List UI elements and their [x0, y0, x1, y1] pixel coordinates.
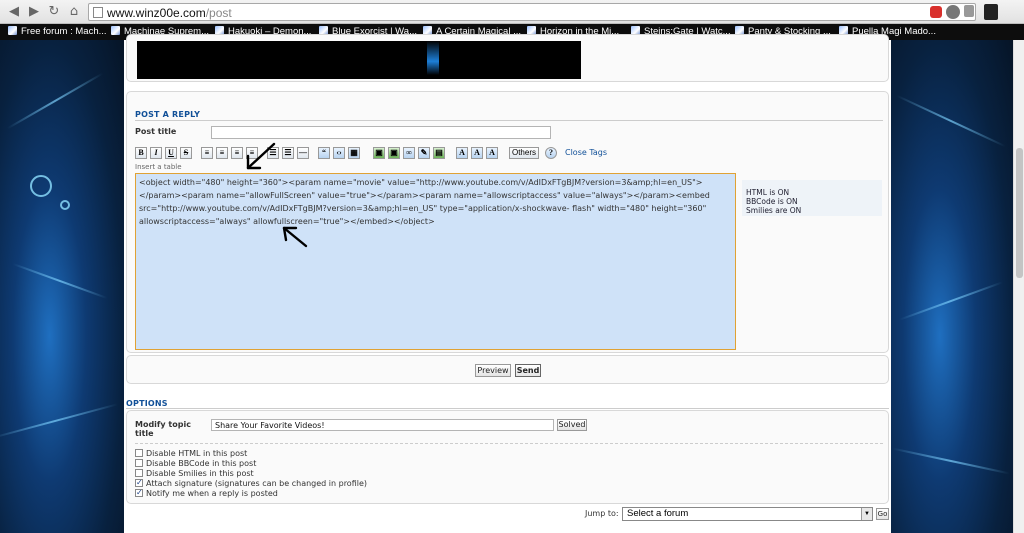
video-icon[interactable]: ▤ — [433, 147, 445, 159]
image-host-icon[interactable]: ▣ — [388, 147, 400, 159]
html-status: HTML is ON — [746, 188, 790, 197]
align-left-icon[interactable]: ≡ — [201, 147, 213, 159]
message-editor[interactable]: <object width="480" height="360"><param … — [135, 173, 736, 350]
toolbar-hint: Insert a table — [135, 163, 182, 171]
checkbox-checked[interactable] — [135, 478, 143, 488]
extension-icon-2[interactable] — [964, 5, 974, 17]
embedded-video[interactable] — [137, 41, 581, 79]
menu-icon[interactable] — [984, 4, 998, 20]
option-disable-smilies[interactable]: Disable Smilies in this post — [135, 469, 254, 479]
link-icon[interactable]: ∞ — [403, 147, 415, 159]
adblock-icon[interactable] — [930, 6, 942, 18]
back-icon[interactable]: ◀ — [6, 4, 22, 20]
font-face-icon[interactable]: A — [486, 147, 498, 159]
option-disable-bbcode[interactable]: Disable BBCode in this post — [135, 459, 256, 469]
strike-button[interactable]: S — [180, 147, 192, 159]
post-reply-panel: POST A REPLY Post title B I U S ≡ ≡ ≡ ≡ … — [126, 91, 889, 353]
background-art-left — [0, 40, 124, 533]
bookmark-favicon-icon — [8, 26, 17, 35]
go-button[interactable]: Go — [876, 508, 889, 520]
checkbox[interactable] — [135, 469, 143, 477]
italic-button[interactable]: I — [150, 147, 162, 159]
modify-topic-label: Modify topic title — [135, 420, 191, 438]
close-tags-link[interactable]: Close Tags — [565, 148, 607, 157]
bookmark-0[interactable]: Free forum : Mach... — [8, 26, 108, 38]
video-preview-panel — [126, 34, 889, 82]
options-panel: Modify topic title Share Your Favorite V… — [126, 410, 889, 504]
chevron-down-icon: ▼ — [861, 508, 872, 520]
solved-button[interactable]: Solved — [557, 419, 587, 431]
font-size-icon[interactable]: A — [471, 147, 483, 159]
browser-toolbar: ◀ ▶ ↻ ⌂ www.winz00e.com/post — [0, 0, 1024, 24]
annotation-arrow-down — [246, 142, 276, 170]
options-heading: OPTIONS — [126, 399, 168, 408]
bbcode-status: BBCode is ON — [746, 197, 798, 206]
underline-button[interactable]: U — [165, 147, 177, 159]
bookmark-favicon-icon — [111, 26, 120, 35]
align-center-icon[interactable]: ≡ — [216, 147, 228, 159]
list-numbered-icon[interactable]: ☰ — [282, 147, 294, 159]
smilies-status: Smilies are ON — [746, 206, 802, 215]
url-text: www.winz00e.com/post — [107, 6, 232, 20]
divider — [126, 408, 889, 409]
code-icon[interactable]: ‹› — [333, 147, 345, 159]
quote-icon[interactable]: “ — [318, 147, 330, 159]
image-icon[interactable]: ▣ — [373, 147, 385, 159]
address-bar[interactable]: www.winz00e.com/post — [88, 3, 976, 21]
jump-to-label: Jump to: — [585, 509, 619, 518]
scrollbar-thumb[interactable] — [1016, 148, 1023, 278]
submit-panel: Preview Send — [126, 355, 889, 384]
post-title-label: Post title — [135, 127, 177, 136]
send-button[interactable]: Send — [515, 364, 541, 377]
option-attach-signature[interactable]: Attach signature (signatures can be chan… — [135, 478, 367, 489]
extension-icon[interactable] — [946, 5, 960, 19]
checkbox[interactable] — [135, 449, 143, 457]
home-icon[interactable]: ⌂ — [66, 4, 82, 20]
markup-status-box: HTML is ON BBCode is ON Smilies are ON — [742, 180, 882, 216]
annotation-arrow-up — [282, 226, 308, 248]
table-icon[interactable]: ▦ — [348, 147, 360, 159]
divider — [135, 120, 883, 121]
checkbox[interactable] — [135, 459, 143, 467]
page-icon — [93, 7, 103, 18]
forum-select[interactable]: Select a forum ▼ — [622, 507, 873, 521]
help-icon[interactable]: ? — [545, 147, 557, 159]
topic-title-input[interactable]: Share Your Favorite Videos! — [211, 419, 554, 431]
bold-button[interactable]: B — [135, 147, 147, 159]
page-scrollbar[interactable] — [1013, 40, 1024, 533]
dashed-divider — [135, 443, 883, 444]
forum-content: POST A REPLY Post title B I U S ≡ ≡ ≡ ≡ … — [124, 34, 891, 533]
others-button[interactable]: Others — [509, 147, 539, 159]
horizontal-rule-icon[interactable]: — — [297, 147, 309, 159]
option-notify-reply[interactable]: Notify me when a reply is posted — [135, 488, 278, 499]
checkbox-checked[interactable] — [135, 488, 143, 498]
background-art-right — [891, 40, 1013, 533]
reload-icon[interactable]: ↻ — [46, 4, 62, 20]
preview-button[interactable]: Preview — [475, 364, 511, 377]
post-reply-heading: POST A REPLY — [135, 110, 201, 119]
font-color-icon[interactable]: A — [456, 147, 468, 159]
option-disable-html[interactable]: Disable HTML in this post — [135, 449, 247, 459]
forward-icon[interactable]: ▶ — [26, 4, 42, 20]
flash-icon[interactable]: ✎ — [418, 147, 430, 159]
post-title-input[interactable] — [211, 126, 551, 139]
